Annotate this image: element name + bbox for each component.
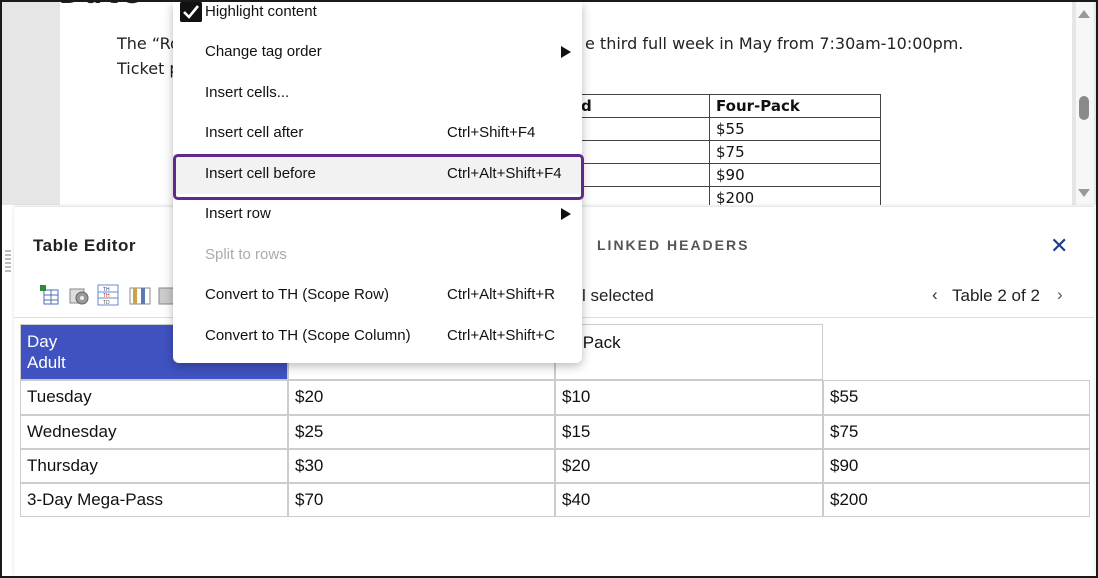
menu-item-label: Insert row — [205, 205, 271, 222]
menu-item-insert-cell-after[interactable]: Insert cell after Ctrl+Shift+F4 — [173, 113, 582, 153]
table-cell-header[interactable]: ur-Pack — [555, 324, 823, 380]
table-nav-label: Table 2 of 2 — [952, 286, 1040, 305]
close-icon[interactable]: ✕ — [1050, 233, 1068, 259]
menu-item-convert-th-scope-column[interactable]: Convert to TH (Scope Column) Ctrl+Alt+Sh… — [173, 316, 582, 356]
menu-item-label: Convert to TH (Scope Column) — [205, 327, 411, 344]
resize-grip-icon[interactable] — [5, 250, 11, 272]
table-cell[interactable]: $25 — [288, 415, 555, 449]
table-cell[interactable]: 3-Day Mega-Pass — [20, 483, 288, 517]
menu-item-label: Split to rows — [205, 246, 287, 263]
table-cell[interactable]: $40 — [555, 483, 823, 517]
table-cell[interactable]: $10 — [555, 380, 823, 415]
table-settings-icon[interactable] — [68, 284, 90, 306]
scroll-down-arrow-icon[interactable] — [1078, 189, 1090, 197]
window: Date The “Ro e third full week in May fr… — [0, 0, 1098, 578]
menu-item-highlight-content[interactable]: Highlight content — [173, 2, 582, 22]
menu-item-split-to-rows: Split to rows — [173, 235, 582, 275]
table-cell[interactable]: $55 — [823, 380, 1090, 415]
scrollbar-thumb[interactable] — [1079, 96, 1089, 120]
menu-item-label: Highlight content — [205, 3, 317, 20]
th-td-toggle-icon[interactable]: THTHTD — [97, 284, 119, 306]
menu-item-shortcut: Ctrl+Shift+F4 — [447, 124, 536, 141]
paragraph-line1-left: The “Ro — [117, 34, 180, 53]
scope-column-icon[interactable] — [129, 284, 151, 306]
menu-item-label: Convert to TH (Scope Row) — [205, 286, 389, 303]
paragraph-line2-left: Ticket p — [117, 59, 180, 78]
table-cell[interactable]: $20 — [555, 449, 823, 483]
chevron-right-icon[interactable]: › — [1057, 285, 1063, 305]
menu-item-label: Insert cells... — [205, 84, 290, 101]
table-cell[interactable]: $90 — [823, 449, 1090, 483]
svg-text:TD: TD — [103, 300, 110, 306]
table-cell[interactable]: $200 — [823, 483, 1090, 517]
table-cell[interactable]: Thursday — [20, 449, 288, 483]
submenu-arrow-icon — [561, 208, 571, 220]
table-cell[interactable]: Tuesday — [20, 380, 288, 415]
document-table-cell: $55 — [709, 117, 881, 141]
chevron-left-icon[interactable]: ‹ — [932, 285, 938, 305]
document-table-cell: $90 — [709, 163, 881, 187]
menu-item-convert-th-scope-row[interactable]: Convert to TH (Scope Row) Ctrl+Alt+Shift… — [173, 275, 582, 315]
menu-item-shortcut: Ctrl+Alt+Shift+R — [447, 286, 555, 303]
document-table-cell: $200 — [709, 186, 881, 205]
highlight-annotation — [173, 154, 584, 200]
table-cell[interactable]: $75 — [823, 415, 1090, 449]
svg-text:TH: TH — [103, 293, 110, 299]
menu-item-label: Change tag order — [205, 43, 322, 60]
paragraph-line1-right: e third full week in May from 7:30am-10:… — [585, 34, 964, 53]
document-table-cell: $75 — [709, 140, 881, 164]
table-cell[interactable]: $20 — [288, 380, 555, 415]
document-heading: Date — [59, 2, 144, 10]
menu-item-insert-cells[interactable]: Insert cells... — [173, 73, 582, 113]
table-cell[interactable]: $15 — [555, 415, 823, 449]
selection-status: l selected — [582, 286, 654, 305]
menu-item-change-tag-order[interactable]: Change tag order — [173, 32, 582, 72]
checkmark-icon[interactable] — [180, 2, 202, 22]
tab-linked-headers[interactable]: LINKED HEADERS — [597, 237, 749, 253]
document-table-header: Four-Pack — [709, 94, 881, 118]
scroll-up-arrow-icon[interactable] — [1078, 10, 1090, 18]
table-cell[interactable]: $70 — [288, 483, 555, 517]
submenu-arrow-icon — [561, 46, 571, 58]
table-cell[interactable]: $30 — [288, 449, 555, 483]
menu-item-shortcut: Ctrl+Alt+Shift+C — [447, 327, 555, 344]
menu-item-label: Insert cell after — [205, 124, 304, 141]
table-cell[interactable]: Wednesday — [20, 415, 288, 449]
menu-item-insert-row[interactable]: Insert row — [173, 194, 582, 234]
insert-table-icon[interactable] — [39, 284, 61, 306]
panel-title: Table Editor — [33, 236, 136, 255]
